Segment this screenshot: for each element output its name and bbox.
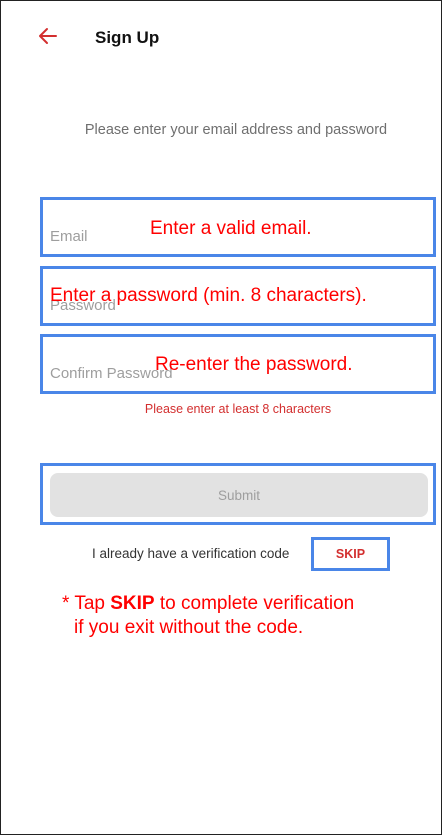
verification-code-text: I already have a verification code xyxy=(92,546,290,561)
note-skip-bold: SKIP xyxy=(110,593,155,614)
back-arrow-icon[interactable] xyxy=(36,24,60,48)
skip-button[interactable]: SKIP xyxy=(311,537,390,571)
skip-note-annotation: * Tap SKIP to complete verification if y… xyxy=(62,592,432,640)
email-field[interactable] xyxy=(40,197,436,255)
page-title: Sign Up xyxy=(95,28,160,47)
confirm-password-field-container xyxy=(40,334,436,392)
note-line-2: if you exit without the code. xyxy=(74,617,304,638)
note-prefix: * Tap xyxy=(62,593,111,614)
password-field-container xyxy=(40,266,436,324)
email-field-container xyxy=(40,197,436,255)
note-suffix: to complete verification xyxy=(154,593,355,614)
password-field[interactable] xyxy=(40,266,436,324)
password-error-message: Please enter at least 8 characters xyxy=(144,402,332,416)
confirm-password-field[interactable] xyxy=(40,334,436,392)
app-bar: Sign Up xyxy=(0,0,442,80)
form-instructions: Please enter your email address and pass… xyxy=(84,122,388,138)
submit-button[interactable]: Submit xyxy=(50,473,428,517)
